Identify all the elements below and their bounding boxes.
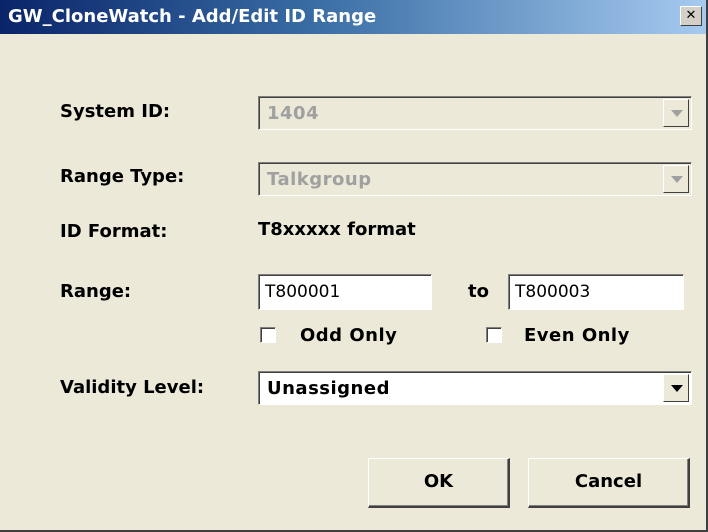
close-icon: ✕ (685, 8, 697, 23)
chevron-down-icon (671, 176, 683, 183)
id-format-value: T8xxxxx format (258, 219, 416, 240)
even-only-checkbox[interactable] (486, 327, 502, 343)
range-type-value: Talkgroup (267, 169, 372, 190)
odd-only-label[interactable]: Odd Only (300, 325, 397, 346)
id-format-label: ID Format: (60, 221, 168, 242)
validity-level-label: Validity Level: (60, 377, 205, 398)
chevron-down-icon (671, 385, 683, 392)
ok-button[interactable]: OK (368, 458, 510, 508)
even-only-label[interactable]: Even Only (524, 325, 630, 346)
system-id-label: System ID: (60, 101, 171, 122)
system-id-value: 1404 (267, 103, 320, 124)
close-button[interactable]: ✕ (680, 6, 702, 26)
chevron-down-icon (671, 110, 683, 117)
title-bar[interactable]: GW_CloneWatch - Add/Edit ID Range ✕ (0, 0, 706, 34)
range-from-input[interactable]: T800001 (258, 274, 432, 310)
system-id-dropdown-button (663, 99, 689, 127)
cancel-button[interactable]: Cancel (528, 458, 690, 508)
range-to-label: to (468, 281, 489, 302)
range-type-dropdown-button (663, 165, 689, 193)
range-type-dropdown: Talkgroup (258, 162, 692, 196)
range-to-input[interactable]: T800003 (508, 274, 684, 310)
validity-level-value: Unassigned (267, 378, 390, 399)
validity-level-dropdown[interactable]: Unassigned (258, 371, 692, 405)
add-edit-id-range-dialog: GW_CloneWatch - Add/Edit ID Range ✕ Syst… (0, 0, 708, 532)
range-label: Range: (60, 281, 132, 302)
range-type-label: Range Type: (60, 166, 185, 187)
odd-only-checkbox[interactable] (260, 327, 276, 343)
window-title: GW_CloneWatch - Add/Edit ID Range (8, 6, 377, 27)
system-id-dropdown: 1404 (258, 96, 692, 130)
validity-level-dropdown-button[interactable] (663, 374, 689, 402)
